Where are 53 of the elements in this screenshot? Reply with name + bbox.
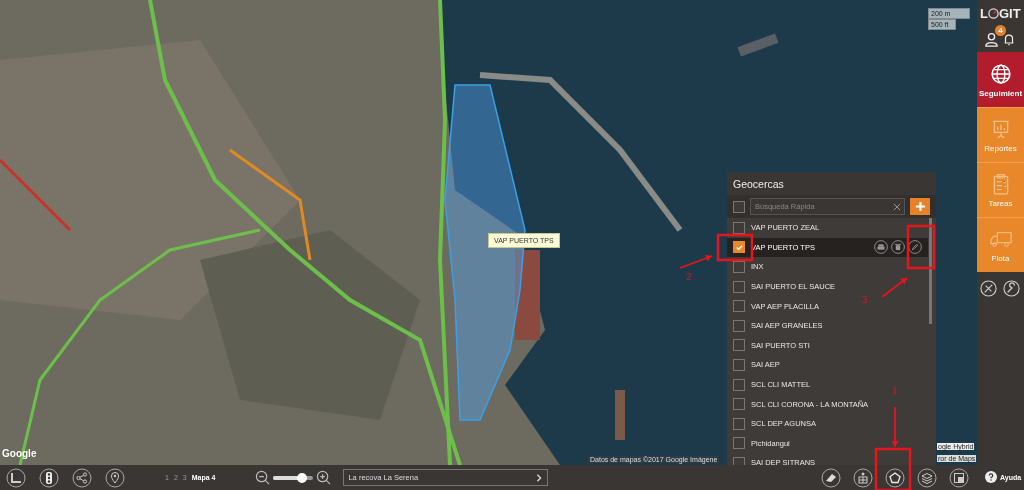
help-icon[interactable] xyxy=(985,471,997,483)
select-all-checkbox[interactable] xyxy=(733,200,745,213)
chevron-right-icon[interactable] xyxy=(535,473,544,482)
crossed-route-icon[interactable] xyxy=(980,280,997,297)
layers-icon[interactable] xyxy=(917,467,937,488)
wrench-icon[interactable] xyxy=(1003,280,1020,297)
close-icon[interactable] xyxy=(893,202,901,211)
annotation-number: 2 xyxy=(686,270,692,282)
highlight-box xyxy=(906,224,936,270)
logo-text: L xyxy=(980,5,988,21)
zoom-out-icon[interactable] xyxy=(255,470,271,485)
zoom-in-icon[interactable] xyxy=(316,470,332,485)
checkbox[interactable] xyxy=(733,319,745,332)
annotation-arrow xyxy=(891,406,899,448)
location-pin-icon[interactable] xyxy=(105,467,125,488)
checkbox[interactable] xyxy=(733,221,745,234)
pencil-icon[interactable] xyxy=(908,240,922,255)
map-grid-icon[interactable] xyxy=(853,467,873,488)
checkbox[interactable] xyxy=(733,378,745,391)
annotation-arrow xyxy=(679,254,713,269)
map-logo: Google xyxy=(2,448,37,459)
print-icon[interactable] xyxy=(874,240,888,255)
nav-item[interactable]: Seguimient xyxy=(977,52,1024,107)
logo-text: GIT xyxy=(998,5,1021,21)
share-icon[interactable] xyxy=(72,467,92,488)
checkbox[interactable] xyxy=(733,339,745,352)
traffic-light-icon[interactable] xyxy=(39,467,59,488)
checkbox[interactable] xyxy=(733,241,745,254)
window-icon[interactable] xyxy=(949,467,969,488)
checkbox[interactable] xyxy=(733,437,745,450)
zoom-slider[interactable] xyxy=(273,475,314,480)
highlight-box xyxy=(716,233,754,262)
checkbox[interactable] xyxy=(733,398,745,411)
checkbox[interactable] xyxy=(733,280,745,293)
panel-title: Geocercas xyxy=(727,172,936,195)
annotation-number: 1 xyxy=(892,384,898,396)
corner-icon[interactable] xyxy=(6,467,26,488)
annotation-number: 3 xyxy=(862,293,868,305)
eraser-icon[interactable] xyxy=(821,467,841,488)
checkbox[interactable] xyxy=(733,358,745,371)
globe-icon xyxy=(989,62,1012,85)
notification-badge: 4 xyxy=(995,24,1006,36)
checkbox[interactable] xyxy=(733,300,745,313)
trash-icon[interactable] xyxy=(891,240,905,255)
checkbox[interactable] xyxy=(733,417,745,430)
add-button[interactable] xyxy=(910,198,930,215)
annotation-arrow xyxy=(881,277,908,298)
highlight-box xyxy=(874,447,912,490)
pentagon-icon[interactable] xyxy=(885,467,905,488)
gauge-icon xyxy=(987,7,999,19)
checkbox[interactable] xyxy=(733,456,745,465)
user-icon[interactable] xyxy=(984,31,999,47)
plus-icon xyxy=(914,201,926,212)
